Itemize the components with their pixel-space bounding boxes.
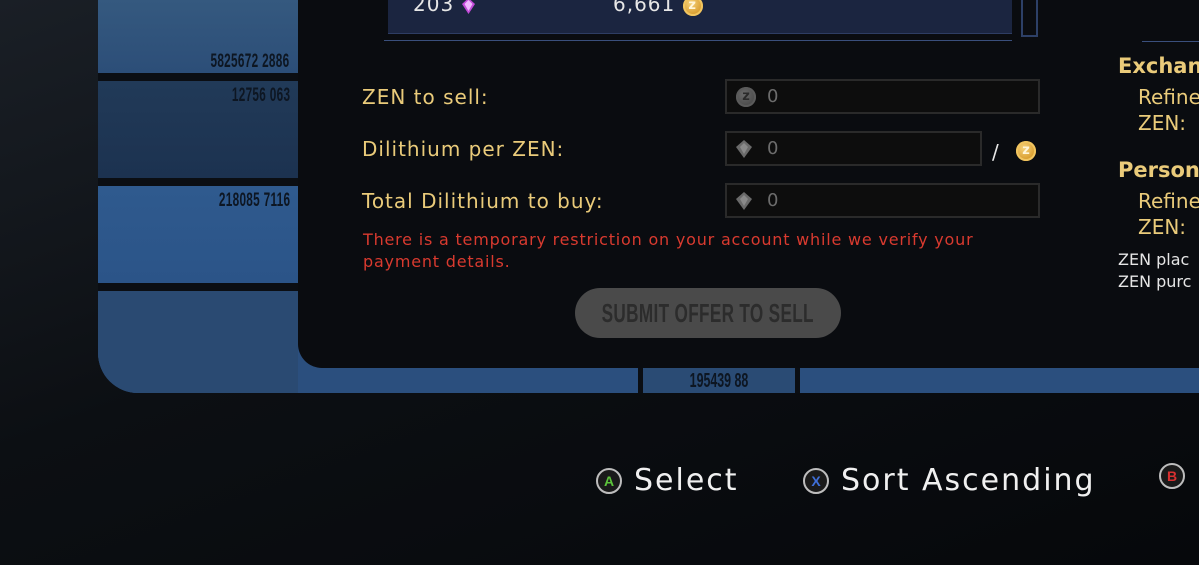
lcars-gap <box>98 178 298 186</box>
lcars-separator <box>638 368 643 393</box>
a-button-icon: A <box>596 467 622 494</box>
submit-offer-button[interactable]: SUBMIT OFFER TO SELL <box>575 288 841 338</box>
zen-to-sell-input[interactable] <box>767 81 967 112</box>
per-separator: / <box>992 140 999 164</box>
total-dilithium-input[interactable] <box>767 185 967 216</box>
right-divider <box>1142 41 1199 42</box>
submit-offer-label: SUBMIT OFFER TO SELL <box>601 297 815 328</box>
dilithium-gem-icon <box>736 140 752 158</box>
hint-sort-label: Sort Ascending <box>841 463 1096 498</box>
exchange-heading: Exchan <box>1118 54 1199 78</box>
lcars-number: 218085 7116 <box>218 190 290 211</box>
zen-coin-icon: z <box>682 0 703 16</box>
personal-refined-label: Refine <box>1138 189 1199 213</box>
row-quantity: 203 <box>413 0 475 16</box>
offer-list-row[interactable]: 203 6,661 z <box>388 0 1012 34</box>
zen-coin-icon: z <box>736 86 756 107</box>
lcars-separator <box>795 368 800 393</box>
zen-to-sell-label: ZEN to sell: <box>362 85 489 109</box>
price-value: 6,661 <box>613 0 676 16</box>
hint-select-label: Select <box>634 463 739 498</box>
lcars-block: 12756 063 <box>98 81 298 178</box>
zen-to-sell-field[interactable]: z <box>725 79 1040 114</box>
account-restriction-message: There is a temporary restriction on your… <box>363 230 974 271</box>
lcars-block <box>98 291 298 393</box>
hint-sort[interactable]: X Sort Ascending <box>803 463 1096 498</box>
dilithium-gem-icon <box>736 192 752 210</box>
lcars-number: 12756 063 <box>231 85 290 106</box>
dilithium-gem-icon <box>461 0 475 14</box>
dilithium-per-zen-input[interactable] <box>767 133 967 164</box>
lcars-block: 218085 7116 <box>98 186 298 283</box>
lcars-gap <box>98 73 298 81</box>
exchange-refined-label: Refine <box>1138 85 1199 109</box>
dilithium-per-zen-field[interactable] <box>725 131 982 166</box>
exchange-zen-label: ZEN: <box>1138 111 1187 135</box>
total-dilithium-field[interactable] <box>725 183 1040 218</box>
list-scrollbar[interactable] <box>1021 0 1038 37</box>
total-dilithium-label: Total Dilithium to buy: <box>362 189 604 213</box>
b-button-icon: B <box>1159 463 1185 489</box>
zen-note-line: ZEN purc <box>1118 272 1192 291</box>
personal-zen-label: ZEN: <box>1138 215 1187 239</box>
dilithium-per-zen-label: Dilithium per ZEN: <box>362 137 565 161</box>
lcars-bottom-number: 195439 88 <box>689 370 749 392</box>
list-divider <box>384 40 1012 41</box>
zen-note-line: ZEN plac <box>1118 250 1190 269</box>
lcars-number: 5825672 2886 <box>210 51 290 72</box>
x-button-icon: X <box>803 467 829 494</box>
hint-back[interactable]: B <box>1159 463 1185 489</box>
lcars-gap <box>98 283 298 291</box>
zen-coin-icon: z <box>1016 141 1036 161</box>
hint-select[interactable]: A Select <box>596 463 739 498</box>
personal-heading: Person <box>1118 158 1199 182</box>
row-price: 6,661 z <box>613 0 703 16</box>
lcars-block: 5825672 2886 <box>98 0 298 73</box>
quantity-value: 203 <box>413 0 455 16</box>
